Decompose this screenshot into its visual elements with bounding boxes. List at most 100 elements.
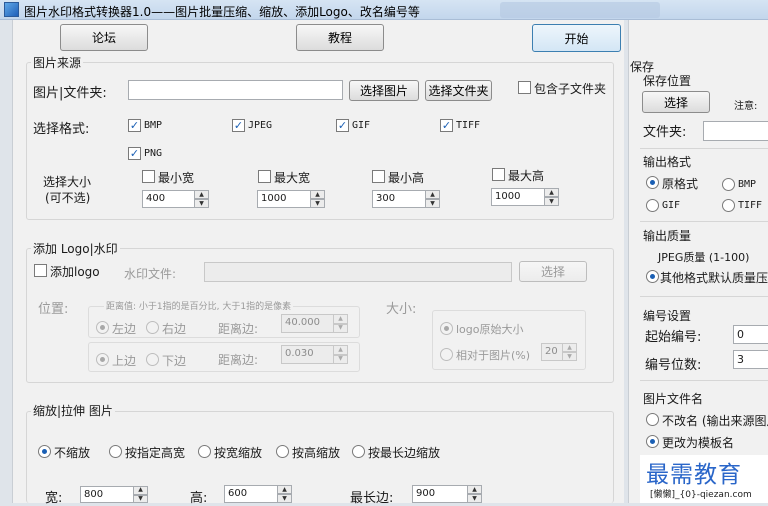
spin-down-icon[interactable]: ▼: [334, 323, 348, 333]
distance-h-label: 距离边:: [218, 322, 259, 336]
format-bmp-label: BMP: [144, 120, 163, 131]
spin-up-icon[interactable]: ▲: [334, 345, 348, 355]
distance-h-value[interactable]: 40.000: [281, 314, 334, 333]
other-quality-radio[interactable]: [646, 270, 659, 283]
include-subfolders-checkbox[interactable]: [518, 81, 531, 94]
format-original-radio[interactable]: [646, 176, 659, 189]
max-height-spinbox[interactable]: 1000 ▲ ▼: [491, 188, 559, 206]
size-filter-label: 选择大小: [43, 175, 92, 189]
forum-button[interactable]: 论坛: [60, 24, 148, 51]
number-digits-input[interactable]: 3: [733, 350, 768, 369]
min-height-value[interactable]: 300: [372, 190, 426, 208]
spin-down-icon[interactable]: ▼: [545, 197, 559, 206]
jpeg-quality-label: JPEG质量 (1-100): [658, 251, 750, 264]
position-bottom-radio[interactable]: [146, 353, 159, 366]
distance-h-spinbox[interactable]: 40.000 ▲ ▼: [281, 314, 348, 333]
distance-v-value[interactable]: 0.030: [281, 345, 334, 364]
position-top-radio[interactable]: [96, 353, 109, 366]
scale-longest-label: 按最长边缩放: [368, 446, 441, 460]
scale-height-spinbox[interactable]: 600 ▲ ▼: [224, 485, 292, 503]
distance-v-spinbox[interactable]: 0.030 ▲ ▼: [281, 345, 348, 364]
format-bmp-radio[interactable]: [722, 178, 735, 191]
max-width-value[interactable]: 1000: [257, 190, 311, 208]
max-height-checkbox[interactable]: [492, 168, 505, 181]
scale-longest-spinbox[interactable]: 900 ▲ ▼: [412, 485, 482, 503]
spin-down-icon[interactable]: ▼: [426, 199, 440, 208]
spin-down-icon[interactable]: ▼: [278, 494, 292, 503]
format-tiff-checkbox[interactable]: ✓: [440, 119, 453, 132]
size-filter-hint: (可不选): [45, 191, 91, 205]
format-jpeg-checkbox[interactable]: ✓: [232, 119, 245, 132]
position-top-label: 上边: [112, 354, 137, 368]
format-png-checkbox[interactable]: ✓: [128, 147, 141, 160]
no-scale-radio[interactable]: [38, 445, 51, 458]
save-folder-input[interactable]: [703, 121, 768, 141]
min-width-value[interactable]: 400: [142, 190, 195, 208]
start-button[interactable]: 开始: [532, 24, 621, 52]
scale-width-radio[interactable]: [198, 445, 211, 458]
select-watermark-button[interactable]: 选择: [519, 261, 587, 282]
rename-template-radio[interactable]: [646, 435, 659, 448]
scale-specified-label: 按指定高宽: [125, 446, 186, 460]
position-left-label: 左边: [112, 322, 137, 336]
format-tiff-radio[interactable]: [722, 199, 735, 212]
no-rename-label: 不改名 (输出来源图片: [662, 414, 768, 428]
start-number-input[interactable]: 0: [733, 325, 768, 344]
spin-up-icon[interactable]: ▲: [311, 190, 325, 199]
select-folder-button[interactable]: 选择文件夹: [425, 80, 492, 101]
max-width-checkbox[interactable]: [258, 170, 271, 183]
min-height-checkbox[interactable]: [372, 170, 385, 183]
image-source-group-title: 图片来源: [31, 54, 84, 71]
spin-down-icon[interactable]: ▼: [334, 354, 348, 364]
source-path-input[interactable]: [128, 80, 343, 100]
scale-longest-radio[interactable]: [352, 445, 365, 458]
spin-up-icon[interactable]: ▲: [426, 190, 440, 199]
logo-original-size-radio[interactable]: [440, 322, 453, 335]
scale-width-spinbox[interactable]: 800 ▲ ▼: [80, 486, 148, 503]
spin-up-icon[interactable]: ▲: [278, 485, 292, 494]
spin-down-icon[interactable]: ▼: [134, 494, 148, 503]
select-image-button[interactable]: 选择图片: [349, 80, 419, 101]
format-gif-radio[interactable]: [646, 199, 659, 212]
relative-size-radio[interactable]: [440, 348, 453, 361]
tutorial-button[interactable]: 教程: [296, 24, 384, 51]
format-gif-checkbox[interactable]: ✓: [336, 119, 349, 132]
scale-height-radio[interactable]: [276, 445, 289, 458]
save-divider: [640, 148, 768, 149]
watermark-file-input[interactable]: [204, 262, 512, 282]
scale-height-value[interactable]: 600: [224, 485, 278, 503]
spin-up-icon[interactable]: ▲: [468, 485, 482, 494]
select-save-location-button[interactable]: 选择: [642, 91, 710, 113]
add-logo-checkbox[interactable]: [34, 264, 47, 277]
scale-width-label: 按宽缩放: [214, 446, 263, 460]
save-location-title: 保存位置: [643, 74, 692, 88]
scale-width-field-label: 宽:: [45, 491, 63, 506]
scale-specified-radio[interactable]: [109, 445, 122, 458]
spin-up-icon[interactable]: ▲: [334, 314, 348, 324]
format-original-label: 原格式: [662, 177, 699, 191]
min-width-checkbox[interactable]: [142, 170, 155, 183]
spin-up-icon[interactable]: ▲: [545, 188, 559, 197]
spin-down-icon[interactable]: ▼: [563, 352, 577, 361]
position-left-radio[interactable]: [96, 321, 109, 334]
spin-down-icon[interactable]: ▼: [195, 199, 209, 208]
spin-up-icon[interactable]: ▲: [563, 343, 577, 352]
relative-size-spinbox[interactable]: 20 ▲ ▼: [541, 343, 577, 361]
spin-up-icon[interactable]: ▲: [134, 486, 148, 495]
spin-down-icon[interactable]: ▼: [468, 494, 482, 503]
position-right-radio[interactable]: [146, 321, 159, 334]
max-height-value[interactable]: 1000: [491, 188, 545, 206]
min-height-spinbox[interactable]: 300 ▲ ▼: [372, 190, 440, 208]
format-bmp-checkbox[interactable]: ✓: [128, 119, 141, 132]
spin-down-icon[interactable]: ▼: [311, 199, 325, 208]
size-label: 大小:: [386, 302, 417, 317]
scale-longest-value[interactable]: 900: [412, 485, 468, 503]
max-height-label: 最大高: [508, 169, 545, 183]
spin-up-icon[interactable]: ▲: [195, 190, 209, 199]
no-rename-radio[interactable]: [646, 413, 659, 426]
max-width-spinbox[interactable]: 1000 ▲ ▼: [257, 190, 325, 208]
min-width-spinbox[interactable]: 400 ▲ ▼: [142, 190, 209, 208]
relative-size-value[interactable]: 20: [541, 343, 563, 361]
scale-width-value[interactable]: 800: [80, 486, 134, 503]
format-bmp-output-label: BMP: [738, 179, 757, 190]
